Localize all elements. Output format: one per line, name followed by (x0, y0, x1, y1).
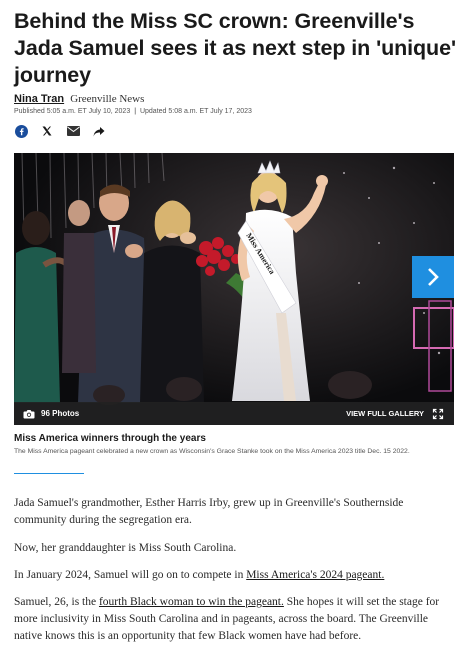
photo-gallery[interactable]: Miss America 96 Photos VIEW FULL GALLERY (14, 153, 454, 425)
updated-date: Updated 5:08 a.m. ET July 17, 2023 (139, 108, 252, 115)
date-separator: | (134, 108, 137, 115)
article-paragraph-1: Jada Samuel's grandmother, Esther Harris… (14, 497, 404, 526)
article-paragraph-2: Now, her granddaughter is Miss South Car… (14, 542, 237, 554)
x-icon[interactable] (40, 124, 54, 138)
published-date: Published 5:05 a.m. ET July 10, 2023 (14, 108, 131, 115)
share-arrow-icon[interactable] (92, 124, 106, 138)
gallery-caption-title: Miss America winners through the years (14, 433, 206, 444)
author-link[interactable]: Nina Tran (14, 93, 64, 105)
paragraph-4-text-start: Samuel, 26, is the (14, 596, 99, 608)
facebook-icon[interactable] (14, 124, 28, 138)
expand-icon (432, 408, 444, 419)
view-full-gallery-button[interactable]: VIEW FULL GALLERY (346, 408, 444, 420)
outlet-name: Greenville News (70, 93, 145, 105)
gallery-photo: Miss America (14, 153, 454, 425)
paragraph-3-text: In January 2024, Samuel will go on to co… (14, 569, 247, 581)
article-headline: Behind the Miss SC crown: Greenville's J… (14, 9, 456, 87)
view-full-gallery-label: VIEW FULL GALLERY (346, 409, 424, 418)
byline: Nina Tran Greenville News (14, 93, 144, 105)
publish-dates: Published 5:05 a.m. ET July 10, 2023 | U… (14, 108, 252, 115)
gallery-next-button[interactable] (412, 256, 454, 298)
article-paragraph-4: Samuel, 26, is the fourth Black woman to… (14, 594, 454, 645)
article-paragraph-3: In January 2024, Samuel will go on to co… (14, 567, 454, 584)
photo-count: 96 Photos (41, 409, 80, 418)
fourth-black-woman-link[interactable]: fourth Black woman to win the pageant. (99, 596, 284, 608)
miss-america-2024-link[interactable]: Miss America's 2024 pageant. (246, 569, 384, 581)
gallery-info-bar: 96 Photos VIEW FULL GALLERY (14, 402, 454, 425)
share-bar (14, 124, 106, 138)
gallery-caption-text: The Miss America pageant celebrated a ne… (14, 448, 410, 455)
camera-icon (23, 409, 35, 418)
email-icon[interactable] (66, 124, 80, 138)
chevron-right-icon (428, 268, 439, 286)
caption-divider (14, 473, 84, 474)
